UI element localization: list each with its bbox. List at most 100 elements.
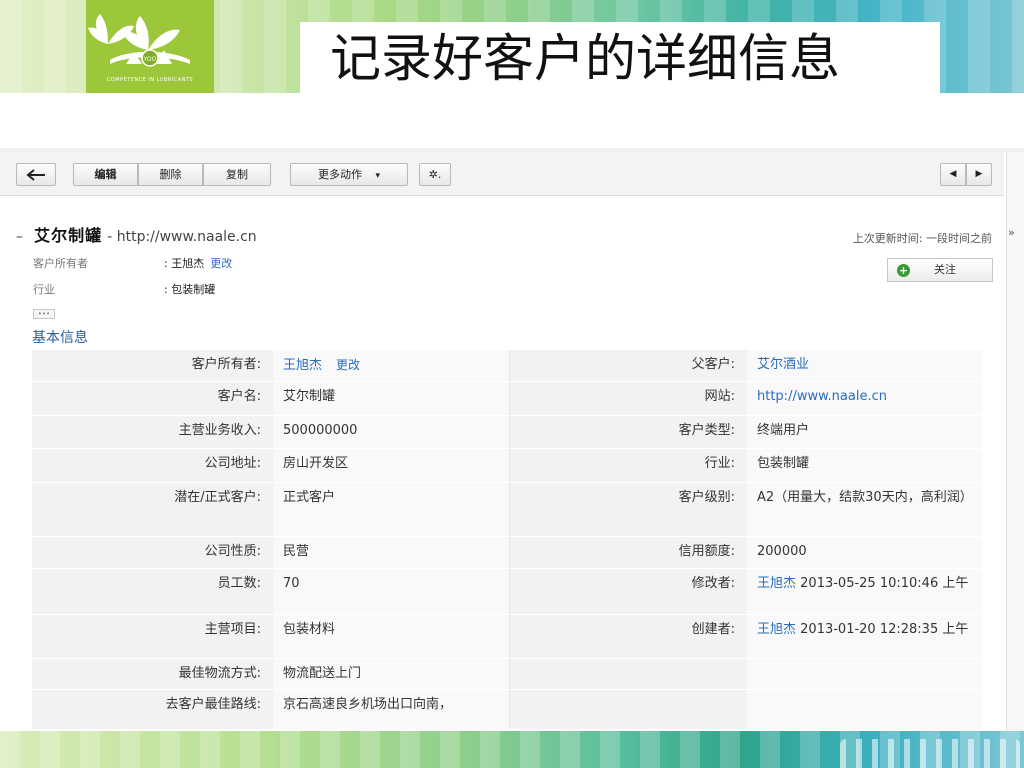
follow-button[interactable]: + 关注 <box>887 258 993 282</box>
field-label: 父客户: <box>509 350 747 382</box>
edit-button[interactable]: 编辑 <box>73 163 138 186</box>
field-value-text[interactable]: 王旭杰 <box>757 576 796 591</box>
gear-icon: ✲. <box>428 168 442 181</box>
record-url[interactable]: http://www.naale.cn <box>117 229 257 245</box>
field-label <box>509 689 747 730</box>
field-label: 主营业务收入: <box>32 415 273 449</box>
record-heading: – 艾尔制罐 - http://www.naale.cn <box>16 222 257 246</box>
field-label: 员工数: <box>32 568 273 615</box>
lotus-logo-icon: YOO <box>88 14 190 67</box>
field-label: 创建者: <box>509 614 747 659</box>
copy-button[interactable]: 复制 <box>203 163 271 186</box>
table-row: 主营项目: 包装材料 创建者: 王旭杰 2013-01-20 12:28:35 上午 <box>32 614 982 659</box>
field-value-text[interactable]: 艾尔酒业 <box>757 357 809 372</box>
plus-circle-icon: + <box>897 264 910 277</box>
field-value-text: 终端用户 <box>757 423 810 438</box>
field-value: 正式客户 <box>273 482 510 537</box>
field-label: 主营项目: <box>32 614 273 659</box>
table-row: 主营业务收入: 500000000 客户类型: 终端用户 <box>32 415 982 449</box>
logo-badge-text: YOO <box>143 56 157 63</box>
field-value-text: 房山开发区 <box>283 456 349 471</box>
more-actions-dropdown[interactable]: 更多动作 ▾ <box>290 163 408 186</box>
summary-owner-value[interactable]: 王旭杰 <box>171 257 204 270</box>
summary-value: : 王旭杰 更改 <box>164 257 233 270</box>
field-value-text: 京石高速良乡机场出口向南， <box>283 697 453 712</box>
gear-menu-button[interactable]: ✲. <box>419 163 451 186</box>
section-title-basic-info[interactable]: 基本信息 <box>32 327 88 347</box>
summary-value: : 包装制罐 <box>164 283 216 296</box>
url-separator: - <box>107 229 117 245</box>
field-label: 公司性质: <box>32 536 273 569</box>
field-value-text: 艾尔制罐 <box>283 389 336 404</box>
field-label: 去客户最佳路线: <box>32 689 273 730</box>
table-row: 去客户最佳路线: 京石高速良乡机场出口向南， <box>32 689 982 730</box>
arrow-left-icon <box>26 169 45 181</box>
field-label: 潜在/正式客户: <box>32 482 273 537</box>
more-actions-label: 更多动作 <box>317 168 362 181</box>
show-more-button[interactable]: ••• <box>33 309 55 319</box>
field-value: 艾尔酒业 <box>747 350 982 382</box>
field-value <box>747 689 982 730</box>
field-value: http://www.naale.cn <box>747 381 982 416</box>
summary-industry-row: 行业 : 包装制罐 <box>33 281 215 297</box>
field-value-text: 70 <box>283 576 300 591</box>
crm-record-view: 编辑 删除 复制 更多动作 ▾ ✲. ◀ ▶ » – 艾尔制罐 - http:/… <box>0 148 1024 734</box>
field-value: 包装制罐 <box>747 448 982 483</box>
field-label: 行业: <box>509 448 747 483</box>
summary-owner-row: 客户所有者 : 王旭杰 更改 <box>33 255 232 271</box>
field-label: 客户名: <box>32 381 273 416</box>
record-toolbar: 编辑 删除 复制 更多动作 ▾ ✲. ◀ ▶ <box>0 152 1004 196</box>
field-value <box>747 658 982 690</box>
record-name: 艾尔制罐 <box>34 226 103 245</box>
slide-header: YOO COMPETENCE IN LUBRICANTS 记录好客户的详细信息 <box>0 0 1024 93</box>
footer-decoration <box>840 739 1020 768</box>
change-owner-link[interactable]: 更改 <box>336 358 360 372</box>
field-value: 王旭杰 更改 <box>273 350 510 382</box>
side-panel-scrollbar[interactable] <box>1006 152 1024 734</box>
field-value-text: 物流配送上门 <box>283 666 362 681</box>
expand-sidebar-icon[interactable]: » <box>1008 226 1015 239</box>
logo-tagline: COMPETENCE IN LUBRICANTS <box>106 77 194 83</box>
triangle-left-icon: ◀ <box>949 169 957 179</box>
field-label: 最佳物流方式: <box>32 658 273 690</box>
detail-table: 客户所有者: 王旭杰 更改 父客户: 艾尔酒业 客户名: 艾尔制罐 网站: http://www… <box>32 350 982 730</box>
table-row: 公司地址: 房山开发区 行业: 包装制罐 <box>32 448 982 483</box>
field-value-text[interactable]: 王旭杰 <box>283 358 322 373</box>
table-row: 潜在/正式客户: 正式客户 客户级别: A2（用量大，结款30天内，高利润） <box>32 482 982 537</box>
field-value: 京石高速良乡机场出口向南， <box>273 689 510 730</box>
change-owner-link[interactable]: 更改 <box>210 257 232 270</box>
field-label: 客户所有者: <box>32 350 273 382</box>
delete-button[interactable]: 删除 <box>138 163 203 186</box>
table-row: 客户所有者: 王旭杰 更改 父客户: 艾尔酒业 <box>32 350 982 382</box>
field-label: 公司地址: <box>32 448 273 483</box>
field-value: 房山开发区 <box>273 448 510 483</box>
prev-record-button[interactable]: ◀ <box>940 163 966 186</box>
field-value-text[interactable]: http://www.naale.cn <box>757 389 887 404</box>
field-value-text: A2（用量大，结款30天内，高利润） <box>757 490 973 505</box>
slide-title: 记录好客户的详细信息 <box>330 30 841 89</box>
field-value: 200000 <box>747 536 982 569</box>
field-value: 500000000 <box>273 415 510 449</box>
field-label: 信用额度: <box>509 536 747 569</box>
field-value: 艾尔制罐 <box>273 381 510 416</box>
timestamp-text: 2013-01-20 12:28:35 上午 <box>796 622 969 637</box>
table-row: 客户名: 艾尔制罐 网站: http://www.naale.cn <box>32 381 982 416</box>
back-button[interactable] <box>16 163 56 186</box>
field-value-text: 200000 <box>757 544 807 559</box>
chevron-down-icon: ▾ <box>375 171 381 181</box>
field-label: 客户类型: <box>509 415 747 449</box>
field-label: 修改者: <box>509 568 747 615</box>
table-row: 员工数: 70 修改者: 王旭杰 2013-05-25 10:10:46 上午 <box>32 568 982 615</box>
collapse-icon[interactable]: – <box>16 229 23 245</box>
field-label: 客户级别: <box>509 482 747 537</box>
field-value-text: 包装制罐 <box>757 456 810 471</box>
summary-industry-value: 包装制罐 <box>171 283 216 296</box>
field-value: 包装材料 <box>273 614 510 659</box>
field-value: 物流配送上门 <box>273 658 510 690</box>
field-value-text[interactable]: 王旭杰 <box>757 622 796 637</box>
summary-label: 行业 <box>33 283 55 296</box>
next-record-button[interactable]: ▶ <box>966 163 992 186</box>
field-label <box>509 658 747 690</box>
field-value: 70 <box>273 568 510 615</box>
field-value: A2（用量大，结款30天内，高利润） <box>747 482 982 537</box>
